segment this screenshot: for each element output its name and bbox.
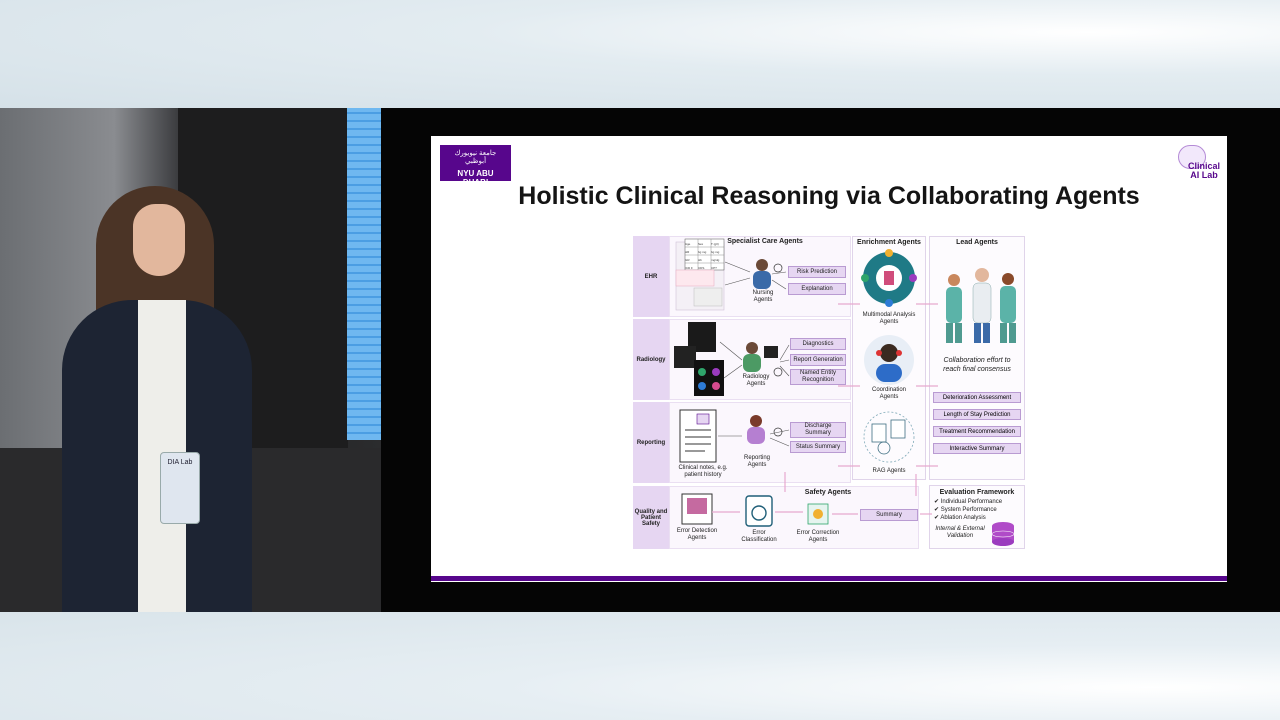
radiology-agent-icon — [743, 342, 783, 377]
lead-output-deterioration: Deterioration Assessment — [933, 392, 1021, 403]
radiology-agents-label: Radiology Agents — [742, 374, 770, 387]
eval-item-ablation: ✔ Ablation Analysis — [934, 515, 986, 521]
nursing-agents-label: Nursing Agents — [752, 290, 774, 303]
validation-text: Internal & External Validation — [935, 526, 985, 539]
ehr-table-labels: Age Sex T (g/l) HR bg mg bg mg GR Hb mg/dg ICD… — [685, 242, 720, 270]
eval-item-system: ✔ System Performance — [934, 507, 997, 513]
multimodal-analysis-icon — [861, 249, 917, 307]
output-explanation: Explanation — [788, 283, 846, 295]
output-discharge-summary: Discharge Summary — [790, 422, 846, 438]
clinical-notes-icon — [679, 409, 717, 463]
reporting-agents-label: Reporting Agents — [743, 455, 770, 468]
lead-output-interactive-summary: Interactive Summary — [933, 443, 1021, 454]
lead-output-treatment: Treatment Recommendation — [933, 426, 1021, 437]
error-classification-icon — [745, 495, 773, 527]
output-named-entity-recognition: Named Entity Recognition — [790, 369, 846, 385]
multimodal-analysis-label: Multimodal Analysis Agents — [862, 312, 916, 325]
clinical-notes-label: Clinical notes, e.g. patient history — [678, 465, 728, 478]
output-diagnostics: Diagnostics — [790, 338, 846, 350]
error-classification-label: Error Classification — [741, 530, 777, 543]
safety-agents-header: Safety Agents — [804, 489, 852, 496]
consensus-text: Collaboration effort to reach final cons… — [943, 357, 1011, 373]
flow-arrows — [712, 303, 938, 515]
lead-output-length-of-stay: Length of Stay Prediction — [933, 409, 1021, 420]
output-status-summary: Status Summary — [790, 441, 846, 453]
error-detection-icon — [681, 493, 713, 525]
diagram-graphics — [674, 238, 1016, 546]
safety-output-summary: Summary — [860, 509, 918, 521]
lead-agents-icon — [946, 268, 1016, 343]
error-detection-label: Error Detection Agents — [676, 528, 718, 541]
nursing-agent-icon — [753, 259, 783, 289]
rag-agent-icon — [863, 411, 915, 463]
rag-agents-label: RAG Agents — [872, 468, 906, 474]
error-correction-icon — [807, 503, 829, 525]
coordination-agents-label: Coordination Agents — [871, 387, 907, 400]
radiology-images-icon — [674, 322, 724, 396]
database-icon — [991, 522, 1015, 546]
reporting-agent-icon — [747, 415, 783, 444]
eval-item-individual: ✔ Individual Performance — [934, 499, 1003, 505]
error-correction-label: Error Correction Agents — [796, 530, 840, 543]
evaluation-header: Evaluation Framework — [939, 489, 1015, 496]
output-risk-prediction: Risk Prediction — [788, 266, 846, 278]
output-report-generation: Report Generation — [790, 354, 846, 366]
coordination-agent-icon — [864, 335, 914, 385]
